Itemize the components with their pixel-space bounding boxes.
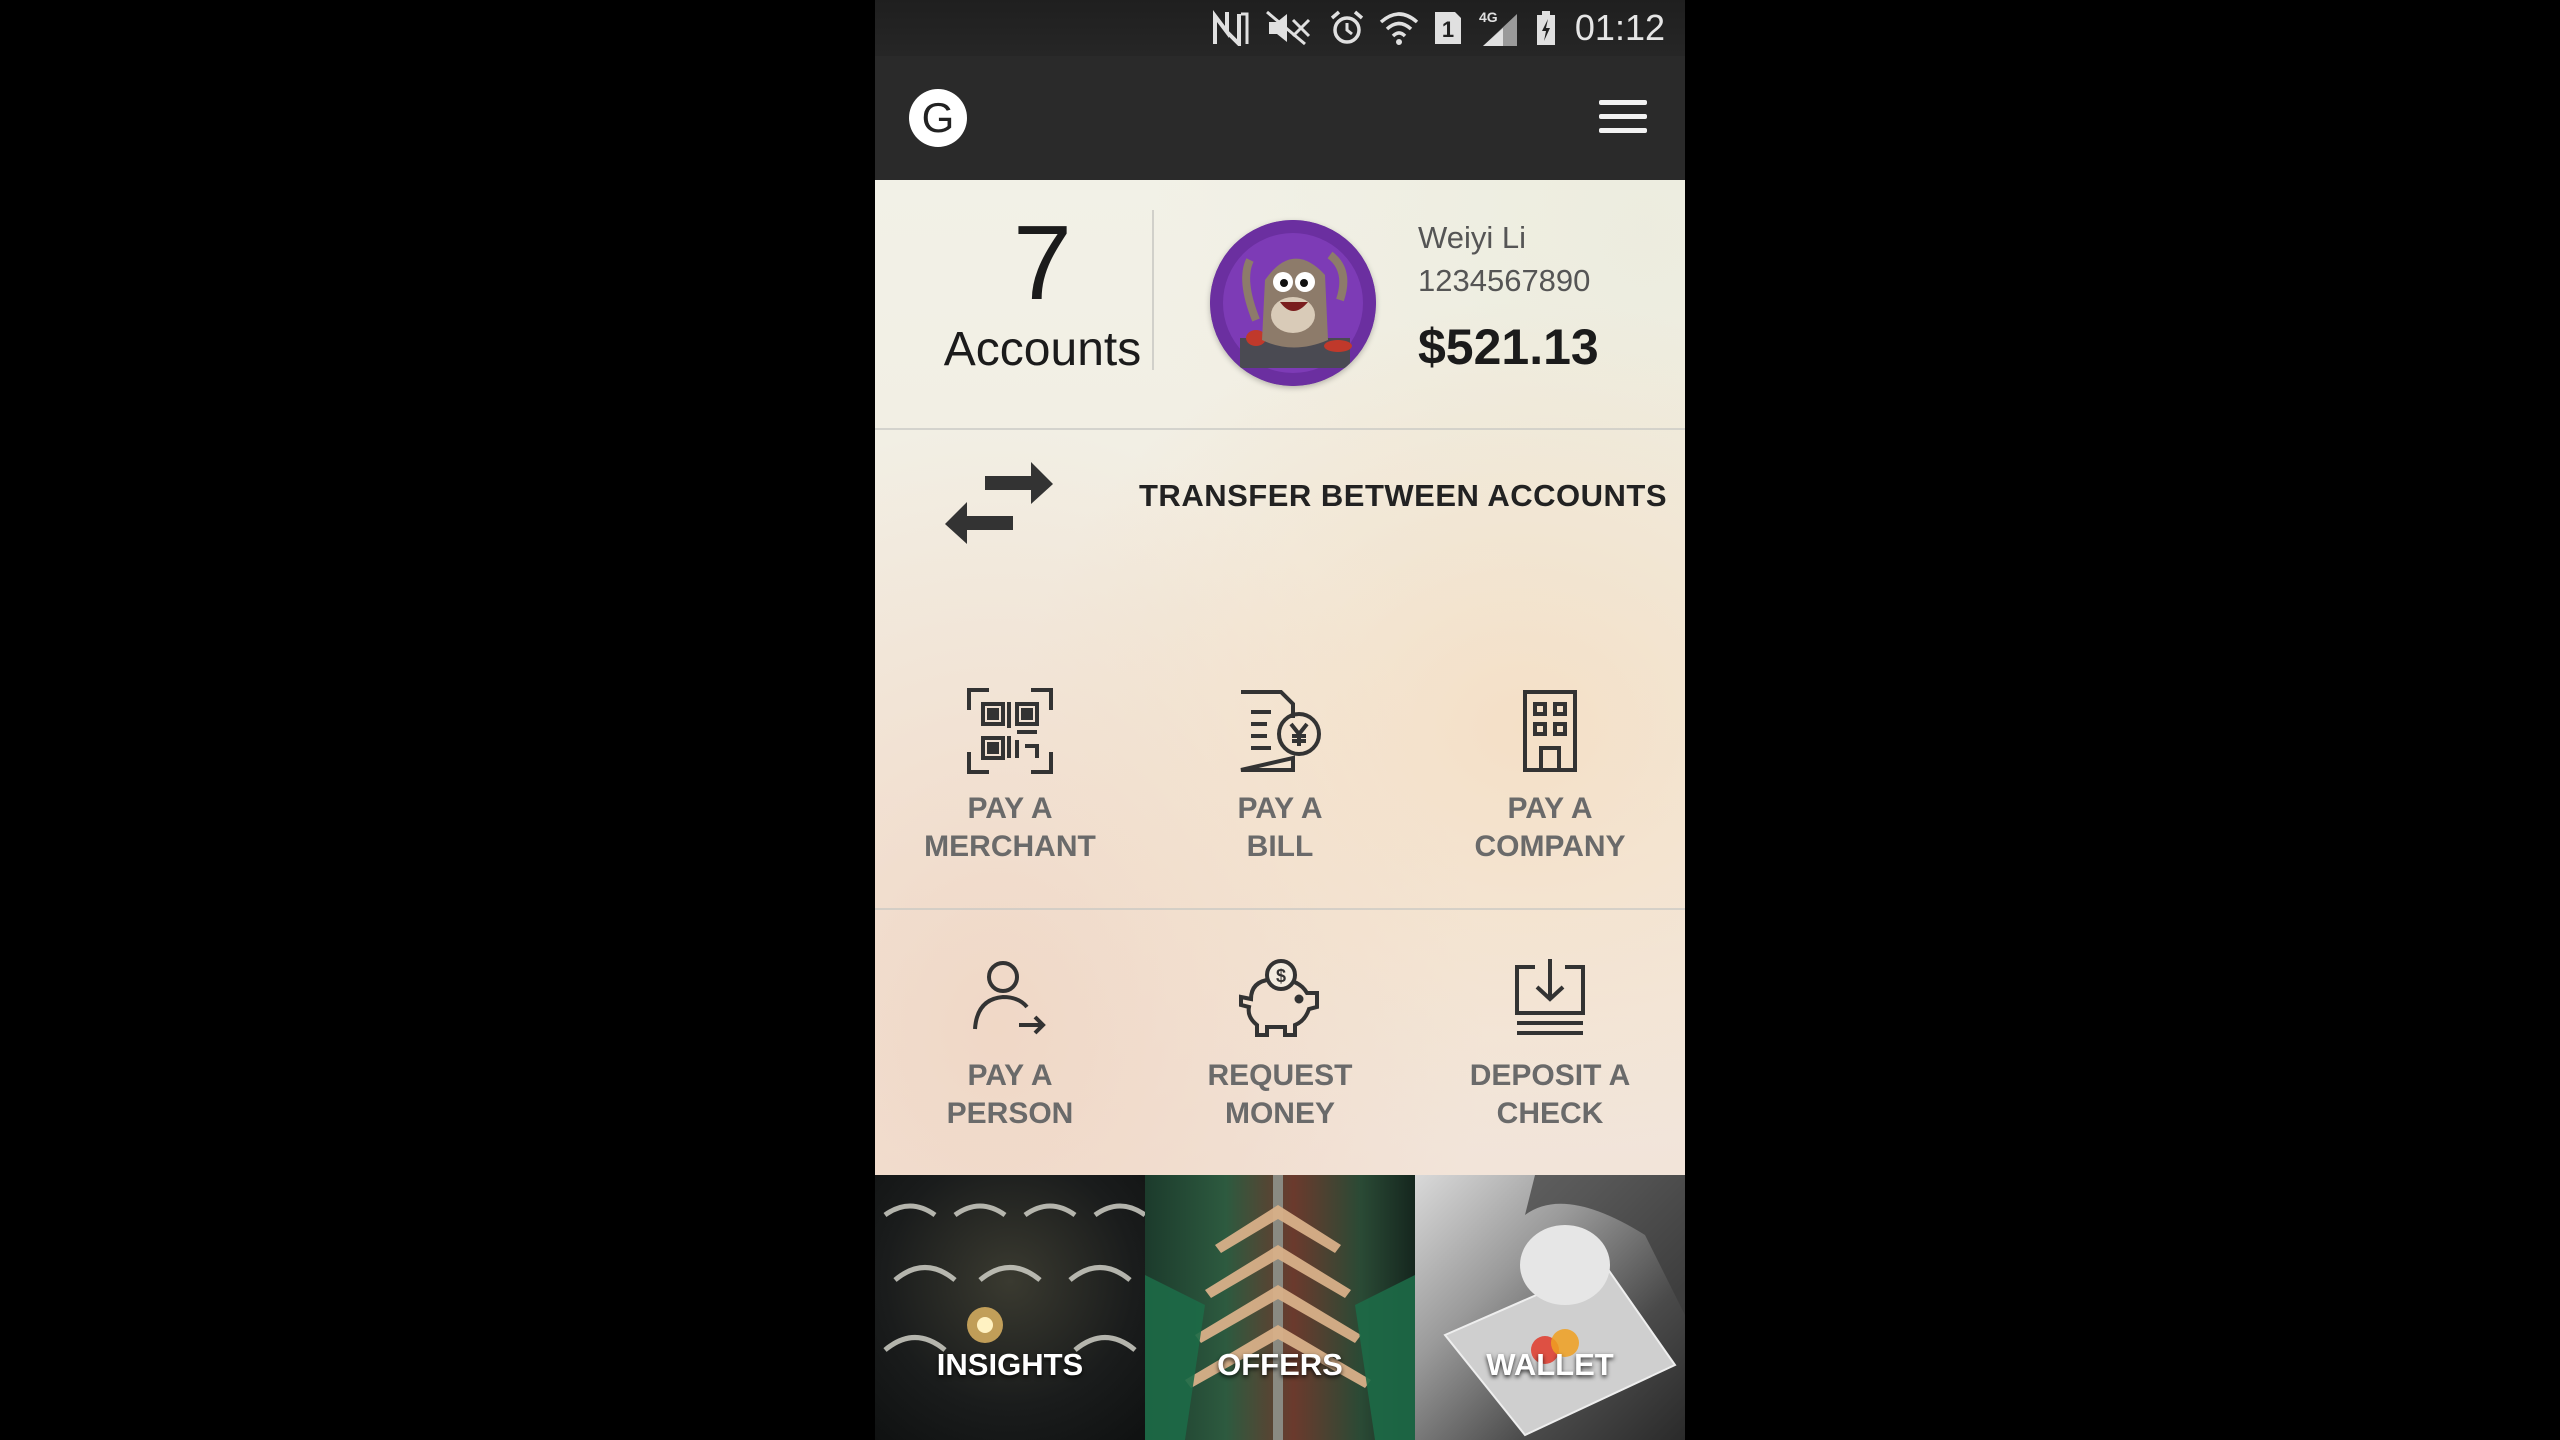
alarm-icon <box>1329 10 1365 46</box>
piggy-bank-icon: $ <box>1145 955 1415 1041</box>
pay-person-button[interactable]: PAY A PERSON <box>875 955 1145 1185</box>
action-label-line1: REQUEST <box>1207 1059 1353 1092</box>
offers-label: OFFERS <box>1217 1347 1343 1382</box>
avatar[interactable] <box>1210 220 1376 386</box>
accounts-count: 7 <box>1013 204 1072 322</box>
action-label-line1: PAY A <box>1237 792 1323 825</box>
deposit-check-button[interactable]: DEPOSIT A CHECK <box>1415 955 1685 1185</box>
user-name: Weiyi Li <box>1418 220 1526 255</box>
main-content: 7 Accounts Weiyi Li 1234567890 $521.13 T… <box>875 180 1685 1175</box>
svg-text:4G: 4G <box>1479 9 1498 25</box>
pay-merchant-button[interactable]: PAY A MERCHANT <box>875 688 1145 918</box>
person-arrow-icon <box>875 955 1145 1041</box>
phone-screen: 1 4G 01:12 G 7 Accounts Weiyi Li 1234567… <box>875 0 1685 1440</box>
action-label-line2: BILL <box>1246 830 1314 863</box>
hamburger-menu-icon[interactable] <box>1599 100 1647 136</box>
transfer-label: TRANSFER BETWEEN ACCOUNTS <box>1139 478 1668 513</box>
card-in-hand-image <box>1443 1175 1685 1437</box>
insights-label: INSIGHTS <box>936 1347 1084 1382</box>
building-icon <box>1415 688 1685 774</box>
action-label-line2: COMPANY <box>1474 830 1626 863</box>
action-label-line2: MERCHANT <box>924 830 1096 863</box>
user-phone: 1234567890 <box>1418 263 1591 298</box>
transfer-between-accounts-button[interactable]: TRANSFER BETWEEN ACCOUNTS <box>875 430 1685 580</box>
action-label-line2: PERSON <box>946 1097 1074 1130</box>
battery-charging-icon <box>1535 10 1557 46</box>
wifi-icon <box>1379 10 1419 46</box>
svg-text:1: 1 <box>1442 17 1454 42</box>
bill-yen-icon <box>1145 688 1415 774</box>
sim-icon: 1 <box>1433 10 1463 46</box>
nfc-icon <box>1211 10 1251 46</box>
offers-tile[interactable]: OFFERS <box>1145 1175 1415 1440</box>
pay-bill-button[interactable]: PAY A BILL <box>1145 688 1415 918</box>
deposit-check-icon <box>1415 955 1685 1041</box>
hangers-image <box>1145 1175 1415 1440</box>
action-label-line1: PAY A <box>1507 792 1593 825</box>
swap-arrows-icon <box>943 460 1055 551</box>
accounts-label: Accounts <box>943 323 1142 376</box>
app-logo[interactable]: G <box>909 89 967 147</box>
summary-divider <box>1152 210 1154 370</box>
status-bar: 1 4G 01:12 <box>875 0 1685 56</box>
action-label-line1: PAY A <box>967 792 1053 825</box>
qr-code-icon <box>875 688 1145 774</box>
action-label-line2: MONEY <box>1224 1097 1335 1130</box>
app-bar: G <box>875 56 1685 180</box>
action-label-line2: CHECK <box>1496 1097 1604 1130</box>
insights-tile[interactable]: INSIGHTS <box>875 1175 1145 1440</box>
wallet-tile[interactable]: WALLET <box>1415 1175 1685 1440</box>
svg-text:$: $ <box>1276 966 1286 986</box>
status-clock: 01:12 <box>1574 7 1665 48</box>
pay-company-button[interactable]: PAY A COMPANY <box>1415 688 1685 918</box>
lightbulbs-image <box>883 1203 1145 1352</box>
action-label-line1: DEPOSIT A <box>1469 1059 1631 1092</box>
network-type-icon: 4G <box>1477 8 1521 48</box>
request-money-button[interactable]: $ REQUEST MONEY <box>1145 955 1415 1185</box>
account-balance: $521.13 <box>1418 319 1599 375</box>
mute-icon <box>1265 10 1315 46</box>
wallet-label: WALLET <box>1486 1347 1614 1382</box>
feature-tiles: INSIGHTS OFFERS WALLET <box>875 1175 1685 1440</box>
action-label-line1: PAY A <box>967 1059 1053 1092</box>
